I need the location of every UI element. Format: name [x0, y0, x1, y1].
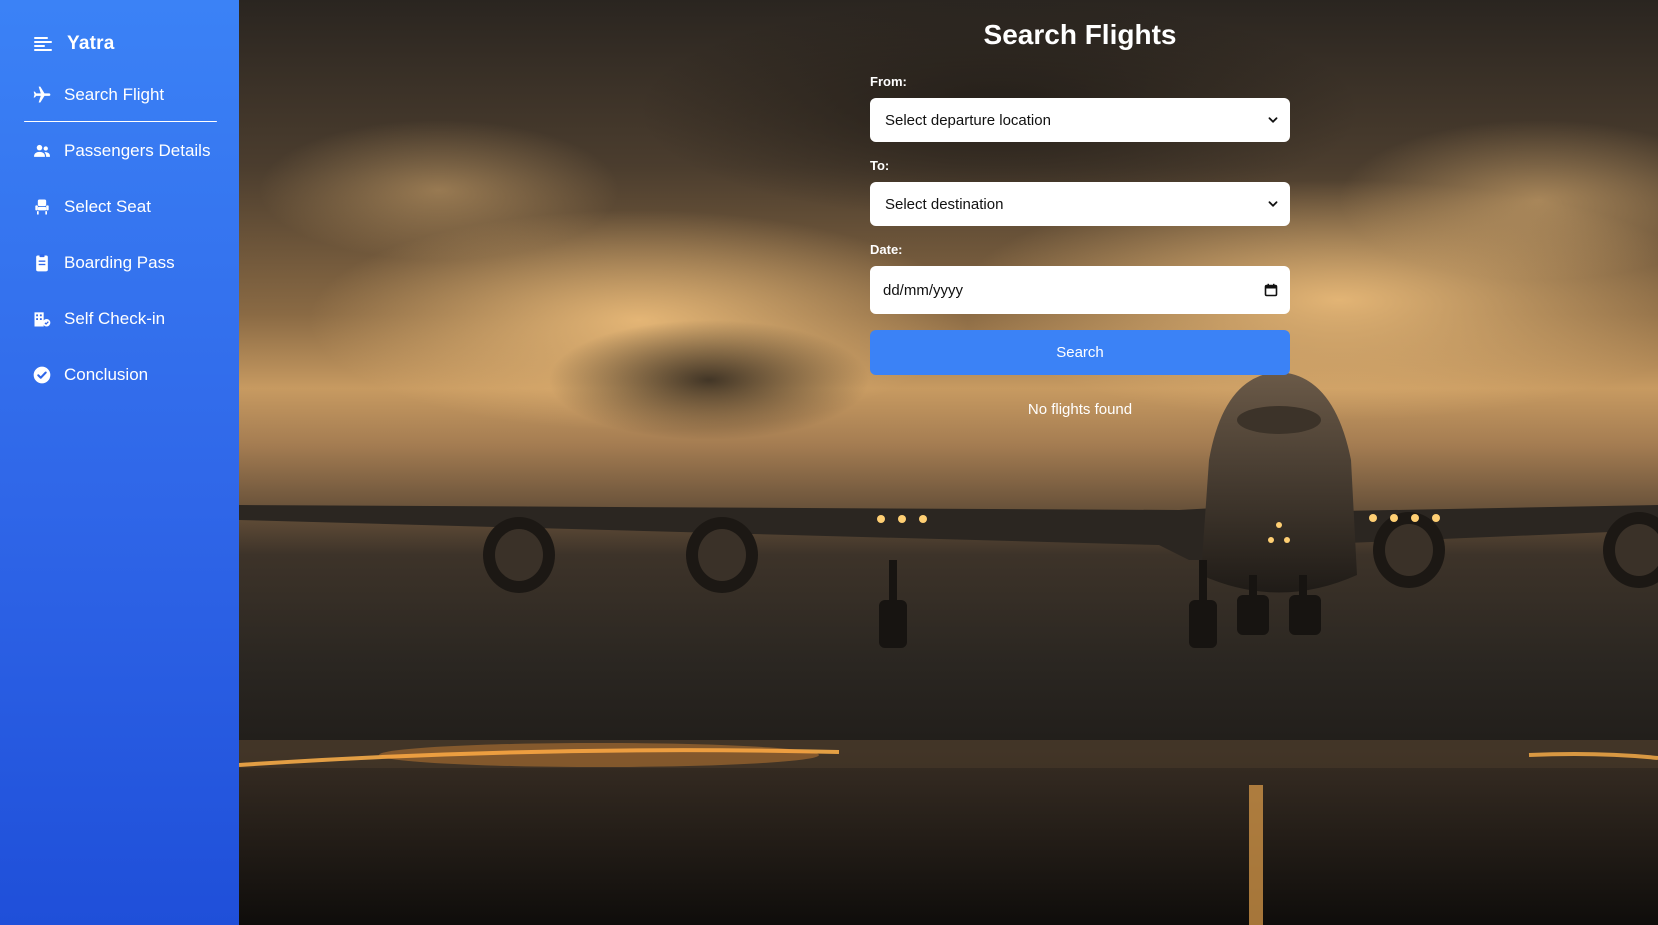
to-select-value: Select destination [885, 195, 1004, 213]
sidebar-item-label: Passengers Details [64, 141, 211, 160]
to-label: To: [870, 158, 890, 173]
search-button[interactable]: Search [870, 330, 1290, 375]
search-form: Search Flights From: Select departure lo… [870, 0, 1290, 418]
sidebar-item-label: Select Seat [64, 197, 151, 216]
seat-icon [32, 197, 52, 217]
from-select-value: Select departure location [885, 111, 1051, 129]
sidebar-nav: Search Flight Passengers Details Select … [0, 66, 239, 403]
building-check-icon [32, 309, 52, 329]
check-circle-icon [32, 365, 52, 385]
sidebar-item-label: Search Flight [64, 84, 165, 104]
sidebar-item-passengers-details[interactable]: Passengers Details [0, 123, 239, 179]
chevron-down-icon [1268, 201, 1278, 207]
sidebar-item-label: Conclusion [64, 365, 149, 384]
from-label: From: [870, 74, 907, 89]
brand[interactable]: Yatra [0, 22, 239, 66]
airplane-icon [32, 85, 52, 105]
sidebar-item-self-check-in[interactable]: Self Check-in [0, 291, 239, 347]
clipboard-icon [32, 253, 52, 273]
calendar-icon[interactable] [1264, 283, 1278, 297]
from-select[interactable]: Select departure location [870, 98, 1290, 142]
sidebar-item-boarding-pass[interactable]: Boarding Pass [0, 235, 239, 291]
date-input[interactable]: dd/mm/yyyy [870, 266, 1290, 314]
sidebar-item-label: Boarding Pass [64, 253, 175, 272]
sidebar-item-conclusion[interactable]: Conclusion [0, 347, 239, 403]
date-input-value: dd/mm/yyyy [883, 281, 964, 299]
menu-icon[interactable] [34, 35, 52, 53]
sidebar-item-search-flight[interactable]: Search Flight [0, 66, 239, 123]
sidebar: Yatra Search Flight Passengers Details S… [0, 0, 239, 925]
page-title: Search Flights [983, 19, 1177, 50]
sidebar-item-select-seat[interactable]: Select Seat [0, 179, 239, 235]
brand-title: Yatra [67, 33, 115, 54]
no-flights-message: No flights found [1027, 401, 1133, 418]
users-icon [32, 141, 52, 161]
date-label: Date: [870, 242, 903, 257]
main-content: Search Flights From: Select departure lo… [239, 0, 1658, 925]
to-select[interactable]: Select destination [870, 182, 1290, 226]
sidebar-item-label: Self Check-in [64, 309, 166, 328]
chevron-down-icon [1268, 117, 1278, 123]
